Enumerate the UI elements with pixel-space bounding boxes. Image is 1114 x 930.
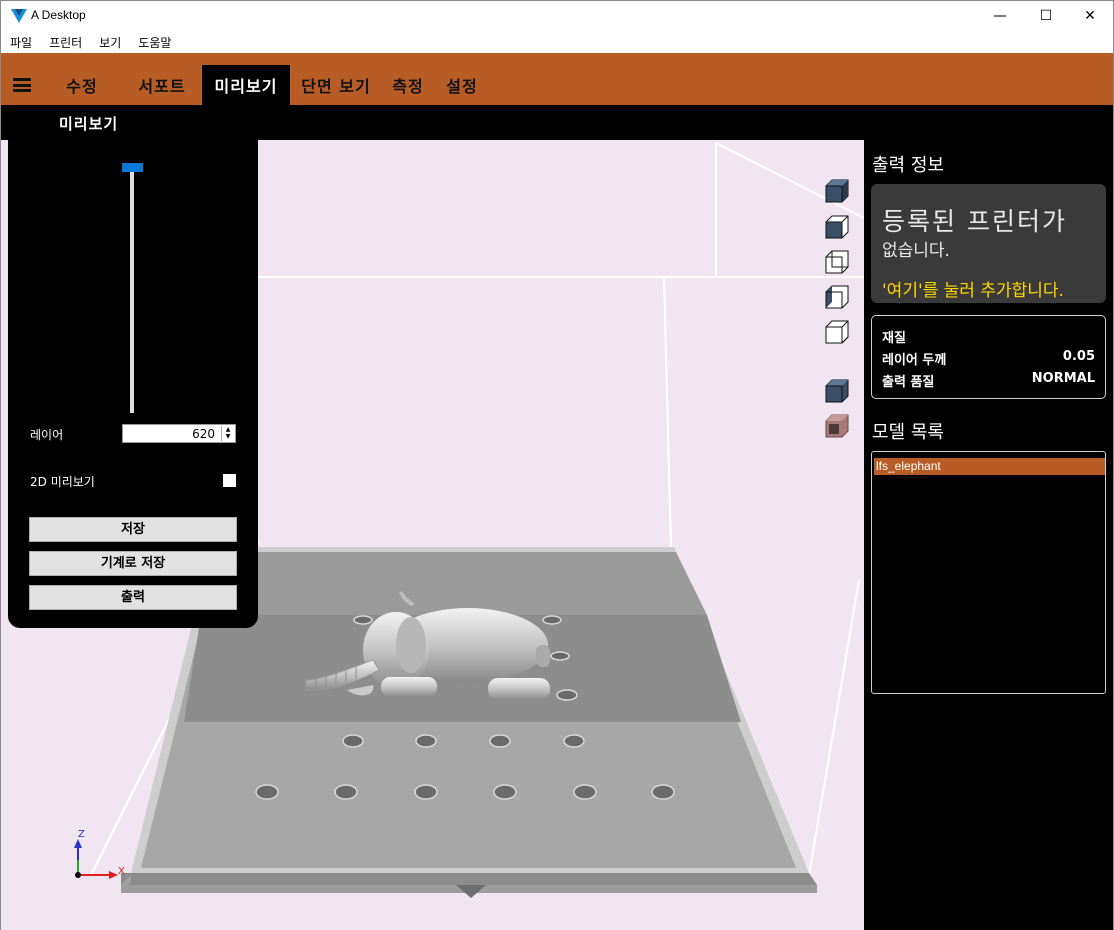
no-printer-line1: 등록된 프린터가 <box>882 207 1067 236</box>
view-top-icon[interactable] <box>824 214 850 240</box>
menu-view[interactable]: 보기 <box>99 34 121 51</box>
preview-2d-label: 2D 미리보기 <box>30 475 95 489</box>
app-window: A Desktop — ☐ ✕ 파일 프린터 보기 도움말 수정 서포트 미리보… <box>0 0 1114 930</box>
tab-cross-section[interactable]: 단면 보기 <box>295 65 377 105</box>
maximize-button[interactable]: ☐ <box>1023 1 1069 31</box>
tab-preview[interactable]: 미리보기 <box>202 65 290 105</box>
tab-settings[interactable]: 설정 <box>441 65 483 105</box>
window-title: A Desktop <box>31 8 86 22</box>
layer-thickness-value: 0.05 <box>1062 349 1095 364</box>
spin-arrows-icon[interactable]: ▲ ▼ <box>221 426 234 441</box>
model-list-title: 모델 목록 <box>872 422 944 443</box>
save-to-machine-button[interactable]: 기계로 저장 <box>29 551 237 576</box>
tab-support[interactable]: 서포트 <box>127 65 197 105</box>
layer-slider-thumb[interactable] <box>122 163 143 172</box>
add-printer-link[interactable]: '여기'를 눌러 추가합니다. <box>882 276 1064 301</box>
sub-bar-title: 미리보기 <box>59 115 119 133</box>
tab-bar: 수정 서포트 미리보기 단면 보기 측정 설정 <box>1 53 1113 105</box>
tab-edit[interactable]: 수정 <box>53 65 111 105</box>
save-button[interactable]: 저장 <box>29 517 237 542</box>
layer-slider-track[interactable] <box>130 168 134 413</box>
axis-z-label: Z <box>78 829 85 840</box>
axis-x-label: X <box>118 866 125 877</box>
model-list: lfs_elephant <box>871 451 1106 694</box>
layer-thickness-label: 레이어 두께 <box>882 353 947 368</box>
app-logo-icon <box>11 9 27 23</box>
minimize-button[interactable]: — <box>977 1 1023 31</box>
menu-file[interactable]: 파일 <box>10 34 32 51</box>
view-left-icon[interactable] <box>824 284 850 310</box>
print-quality-label: 출력 품질 <box>882 375 935 390</box>
model-list-item[interactable]: lfs_elephant <box>874 458 1105 475</box>
layer-label: 레이어 <box>30 428 64 442</box>
hamburger-menu-icon[interactable] <box>13 78 31 92</box>
layer-spinbox[interactable]: 620 ▲ ▼ <box>122 424 236 443</box>
menu-bar: 파일 프린터 보기 도움말 <box>1 31 1113 53</box>
view-right-icon[interactable] <box>824 319 850 345</box>
view-iso-icon[interactable] <box>824 178 850 204</box>
print-button[interactable]: 출력 <box>29 585 237 610</box>
preview-2d-checkbox[interactable] <box>223 474 236 487</box>
menu-printer[interactable]: 프린터 <box>49 34 82 51</box>
layer-value: 620 <box>192 427 215 441</box>
print-quality-value: NORMAL <box>1031 371 1095 386</box>
print-info-title: 출력 정보 <box>872 155 944 176</box>
printer-status-box[interactable]: 등록된 프린터가 없습니다. '여기'를 눌러 추가합니다. <box>871 184 1106 303</box>
close-button[interactable]: ✕ <box>1067 1 1113 31</box>
view-front-icon[interactable] <box>824 249 850 275</box>
menu-help[interactable]: 도움말 <box>138 34 171 51</box>
axis-indicator <box>74 839 118 879</box>
view-xray-icon[interactable] <box>824 413 850 439</box>
right-panel: 출력 정보 등록된 프린터가 없습니다. '여기'를 눌러 추가합니다. 재질 … <box>864 140 1113 930</box>
tab-measure[interactable]: 측정 <box>387 65 429 105</box>
layer-control-panel: 레이어 620 ▲ ▼ 2D 미리보기 저장 기계로 저장 출력 <box>8 140 258 628</box>
print-settings-box: 재질 레이어 두께 0.05 출력 품질 NORMAL <box>871 315 1106 399</box>
material-label: 재질 <box>882 331 906 346</box>
title-bar: A Desktop — ☐ ✕ <box>1 1 1113 31</box>
sub-bar: 미리보기 <box>1 105 1113 140</box>
no-printer-line2: 없습니다. <box>882 241 950 261</box>
view-solid-icon[interactable] <box>824 378 850 404</box>
